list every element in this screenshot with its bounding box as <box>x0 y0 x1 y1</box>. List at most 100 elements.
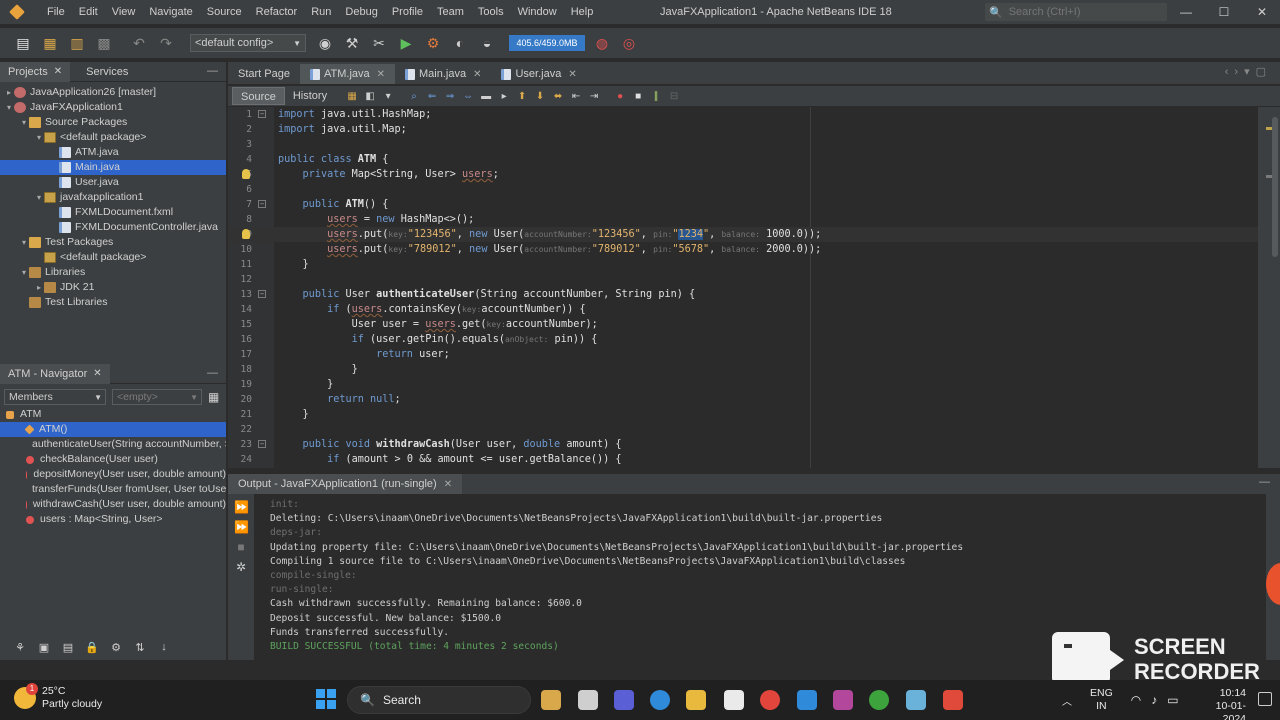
members-select[interactable]: Members ▼ <box>4 389 106 405</box>
comment-icon[interactable]: ⇥ <box>587 89 601 103</box>
tree-item[interactable]: ▸ JavaApplication26 [master] <box>0 85 226 100</box>
tab-output[interactable]: Output - JavaFXApplication1 (run-single)… <box>228 474 463 494</box>
tree-item[interactable]: <default package> <box>0 250 226 265</box>
rect-selection-icon[interactable]: ▬ <box>479 89 493 103</box>
redo-icon[interactable]: ↷ <box>155 32 177 54</box>
clean-build-icon[interactable]: ✂ <box>368 32 390 54</box>
navigator-member[interactable]: users : Map<String, User> <box>0 512 226 527</box>
chevron-right-icon[interactable]: ▸ <box>34 280 44 295</box>
tree-item[interactable]: FXMLDocument.fxml <box>0 205 226 220</box>
tree-item[interactable]: User.java <box>0 175 226 190</box>
prev-bookmark-icon[interactable]: ▸ <box>497 89 511 103</box>
filter-inherited-icon[interactable]: ⚘ <box>10 639 30 655</box>
sort-name-icon[interactable]: ↓ <box>154 639 174 655</box>
close-icon[interactable]: ✕ <box>93 364 101 384</box>
chrome-icon[interactable] <box>760 690 780 710</box>
chevron-down-icon[interactable]: ▾ <box>34 130 44 145</box>
recorder-taskbar-icon[interactable] <box>943 690 963 710</box>
close-icon[interactable]: ✕ <box>377 69 385 80</box>
lightbulb-hint-icon[interactable] <box>242 169 250 179</box>
navigator-member[interactable]: depositMoney(User user, double amount) <box>0 467 226 482</box>
chevron-up-icon[interactable]: ︿ <box>1062 693 1072 708</box>
battery-icon[interactable]: ▭ <box>1167 693 1178 707</box>
config-select[interactable]: <default config> ▼ <box>190 34 306 52</box>
tree-item[interactable]: ▾ Source Packages <box>0 115 226 130</box>
gc-icon[interactable]: ◍ <box>591 32 613 54</box>
clock[interactable]: 10:14 10-01-2024 <box>1194 687 1246 720</box>
run-project-icon[interactable]: ▶ <box>395 32 417 54</box>
close-icon[interactable]: ✕ <box>54 62 62 82</box>
last-edit-icon[interactable]: ▦ <box>345 89 359 103</box>
filter-private-icon[interactable]: 🔒 <box>82 639 102 655</box>
tree-item[interactable]: ▾ <default package> <box>0 130 226 145</box>
tree-item[interactable]: ATM.java <box>0 145 226 160</box>
sort-icon[interactable]: ⇅ <box>130 639 150 655</box>
chevron-down-icon[interactable]: ▾ <box>4 100 14 115</box>
debug-project-icon[interactable]: ⚙ <box>422 32 444 54</box>
tab-user-java[interactable]: User.java ✕ <box>491 64 586 84</box>
lightbulb-hint-icon[interactable] <box>242 229 250 239</box>
tree-item[interactable]: ▾ Libraries <box>0 265 226 280</box>
menu-navigate[interactable]: Navigate <box>142 0 199 24</box>
editor-scrollbar[interactable] <box>1258 107 1280 468</box>
source-view-button[interactable]: Source <box>232 87 285 105</box>
tree-item[interactable]: FXMLDocumentController.java <box>0 220 226 235</box>
tab-start-page[interactable]: Start Page <box>228 64 300 84</box>
find-next-icon[interactable]: ⇒ <box>443 89 457 103</box>
ide-search-box[interactable]: 🔍 <box>985 3 1167 21</box>
chevron-down-icon[interactable]: ▾ <box>19 265 29 280</box>
diff-icon[interactable]: ∥ <box>649 89 663 103</box>
navigator-root[interactable]: ATM <box>0 407 226 422</box>
code-editor[interactable]: 1− import java.util.HashMap; 2 import java… <box>228 107 1258 468</box>
fold-toggle-icon[interactable]: − <box>258 110 266 118</box>
fold-toggle-icon[interactable]: − <box>258 200 266 208</box>
close-icon[interactable]: ✕ <box>473 69 481 80</box>
minimize-panel-icon[interactable]: — <box>207 364 218 382</box>
menu-debug[interactable]: Debug <box>338 0 384 24</box>
filter-fields-icon[interactable]: ▣ <box>34 639 54 655</box>
new-file-icon[interactable]: ▤ <box>12 32 34 54</box>
navigator-member[interactable]: ATM() <box>0 422 226 437</box>
apply-code-changes-icon[interactable]: ◒ <box>476 32 498 54</box>
open-project-icon[interactable]: ▥ <box>66 32 88 54</box>
taskbar-search[interactable]: 🔍 Search <box>347 686 531 714</box>
menu-window[interactable]: Window <box>511 0 564 24</box>
file-explorer-icon[interactable] <box>686 690 706 710</box>
undo-icon[interactable]: ↶ <box>128 32 150 54</box>
stop-macro-icon[interactable]: ■ <box>631 89 645 103</box>
tab-projects[interactable]: Projects ✕ <box>0 61 71 82</box>
volume-icon[interactable]: ♪ <box>1151 693 1157 707</box>
start-button[interactable] <box>316 689 336 709</box>
edge-icon[interactable] <box>650 690 670 710</box>
chevron-right-icon[interactable]: ▸ <box>4 85 14 100</box>
close-window-button[interactable]: ✕ <box>1242 0 1280 24</box>
find-selection-icon[interactable]: ⌕ <box>407 89 421 103</box>
scrollbar-thumb[interactable] <box>1272 117 1278 257</box>
netbeans-taskbar-icon[interactable] <box>906 690 926 710</box>
settings-icon[interactable]: ✲ <box>234 560 248 574</box>
stop-icon[interactable]: ■ <box>234 540 248 554</box>
output-text[interactable]: init: Deleting: C:\Users\inaam\OneDrive\D… <box>270 498 1250 654</box>
save-all-icon[interactable]: ▩ <box>93 32 115 54</box>
tree-item[interactable]: ▾ JavaFXApplication1 <box>0 100 226 115</box>
weather-widget[interactable]: 1 25°C Partly cloudy <box>14 683 102 711</box>
shift-right-icon[interactable]: ⇤ <box>569 89 583 103</box>
menu-edit[interactable]: Edit <box>72 0 105 24</box>
memory-usage-indicator[interactable]: 405.6/459.0MB <box>509 35 585 51</box>
minimize-panel-icon[interactable]: — <box>207 62 218 80</box>
profiler-icon[interactable]: ◎ <box>618 32 640 54</box>
maximize-window-button[interactable]: ☐ <box>1204 0 1244 24</box>
menu-run[interactable]: Run <box>304 0 338 24</box>
vscode-icon[interactable] <box>797 690 817 710</box>
navigator-options-icon[interactable]: ▦ <box>208 390 219 404</box>
start-macro-icon[interactable]: ● <box>613 89 627 103</box>
find-previous-icon[interactable]: ⇐ <box>425 89 439 103</box>
chevron-down-icon[interactable]: ▾ <box>19 115 29 130</box>
back-icon[interactable]: ◧ <box>363 89 377 103</box>
menu-view[interactable]: View <box>105 0 143 24</box>
xbox-icon[interactable] <box>869 690 889 710</box>
store-icon[interactable] <box>724 690 744 710</box>
widgets-icon[interactable] <box>541 690 561 710</box>
toggle-bookmark-icon[interactable]: ⬇ <box>533 89 547 103</box>
empty-select[interactable]: <empty> ▼ <box>112 389 202 405</box>
